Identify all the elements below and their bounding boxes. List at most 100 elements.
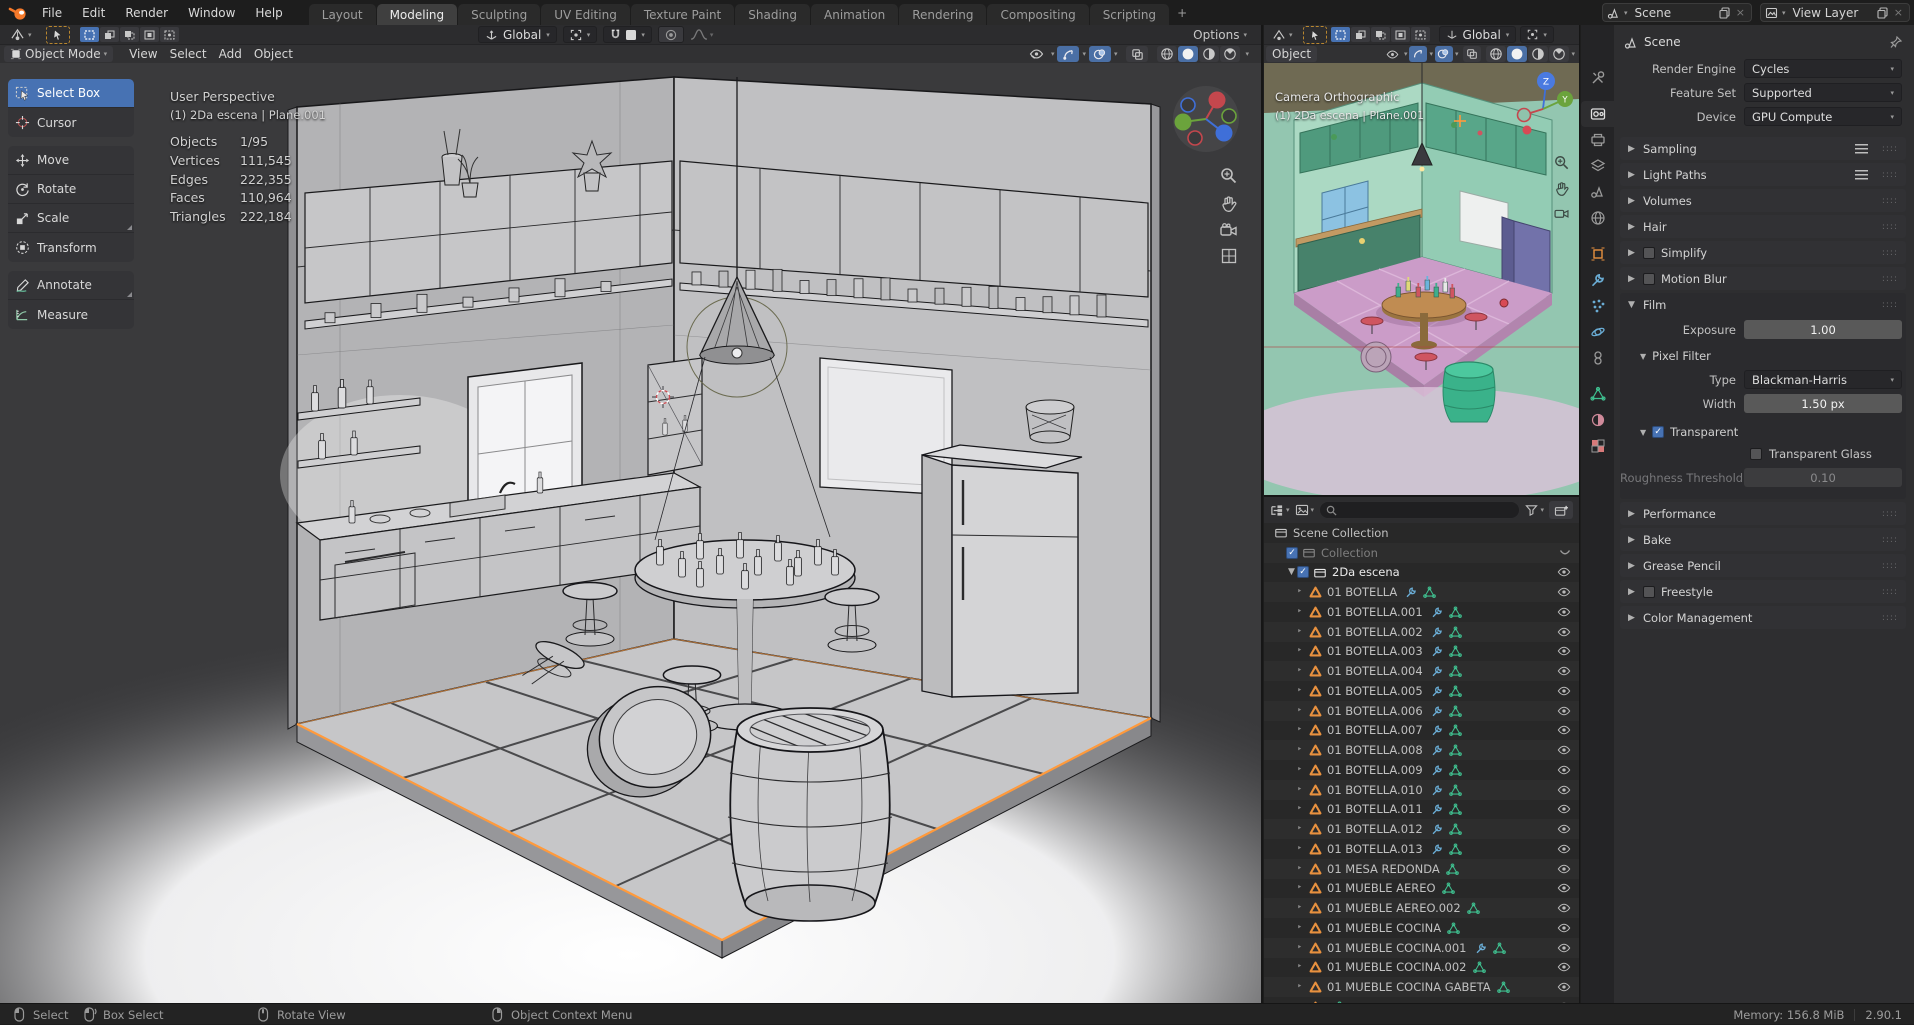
hide-eye-icon[interactable] xyxy=(1557,705,1571,717)
outliner-item-label[interactable]: 01 MUEBLE AEREO.002 xyxy=(1327,901,1461,915)
device-dropdown[interactable]: GPU Compute▾ xyxy=(1744,107,1902,126)
panel-bake-header[interactable]: ▶Bake:::: xyxy=(1620,528,1906,551)
properties-tab-material[interactable] xyxy=(1581,407,1614,433)
hide-eye-icon[interactable] xyxy=(1557,724,1571,736)
panel-checkbox[interactable] xyxy=(1643,586,1655,598)
zoom-icon[interactable] xyxy=(1554,155,1569,170)
panel-checkbox[interactable] xyxy=(1643,273,1655,285)
hide-eye-icon[interactable] xyxy=(1557,843,1571,855)
outliner-row[interactable]: ‣01 MESA REDONDA xyxy=(1264,859,1579,879)
outliner-item-label[interactable]: 01 BOTELLA.001 xyxy=(1327,605,1423,619)
outliner-row[interactable]: ‣ 01 BOTELLA.005 xyxy=(1264,681,1579,701)
xray-toggle[interactable] xyxy=(1463,46,1481,62)
hide-eye-icon[interactable] xyxy=(1557,882,1571,894)
outliner-row[interactable]: ‣01 BOTELLA.013 xyxy=(1264,839,1579,859)
display-mode-dropdown[interactable]: ▾ xyxy=(1270,504,1290,517)
panel-film-header[interactable]: ▼ Film :::: xyxy=(1620,293,1906,316)
feature-set-dropdown[interactable]: Supported▾ xyxy=(1744,83,1902,102)
expander-icon[interactable]: ▼ xyxy=(1286,567,1297,577)
scene2-light-object[interactable] xyxy=(1500,299,1508,307)
properties-tab-object[interactable] xyxy=(1581,241,1614,267)
outliner-item-label[interactable]: 01 BOTELLA.006 xyxy=(1327,704,1423,718)
hide-eye-icon[interactable] xyxy=(1557,803,1571,815)
tab-compositing[interactable]: Compositing xyxy=(987,4,1088,25)
outliner-item-label[interactable]: 01 MUEBLE COCINA.002 xyxy=(1327,960,1467,974)
options-dropdown[interactable]: Options▾ xyxy=(1193,28,1247,42)
menu-help[interactable]: Help xyxy=(245,3,292,23)
hide-eye-icon[interactable] xyxy=(1557,863,1571,875)
outliner-item-label[interactable]: 01 BOTELLA.005 xyxy=(1327,684,1423,698)
snap-toggle[interactable]: ▾ xyxy=(603,26,652,43)
outliner-row[interactable]: ‣01 BOTELLA.004 xyxy=(1264,661,1579,681)
show-overlays-toggle[interactable] xyxy=(1435,46,1453,62)
viewport-menu-select[interactable]: Select xyxy=(164,46,213,62)
camera-view-icon[interactable] xyxy=(1220,223,1237,237)
shading-rendered[interactable] xyxy=(1220,46,1240,62)
hide-eye-icon[interactable] xyxy=(1557,981,1571,993)
xray-toggle[interactable] xyxy=(1126,46,1148,62)
panel-color-management-header[interactable]: ▶Color Management:::: xyxy=(1620,606,1906,629)
expander-icon[interactable]: ‣ xyxy=(1294,607,1305,617)
properties-tab-render[interactable] xyxy=(1581,101,1614,127)
outliner-item-label[interactable]: 01 BOTELLA.010 xyxy=(1327,783,1423,797)
tab-texture-paint[interactable]: Texture Paint xyxy=(631,4,734,25)
outliner-item-label[interactable]: 01 MUEBLE AEREO xyxy=(1327,881,1436,895)
tab-animation[interactable]: Animation xyxy=(811,4,898,25)
expander-icon[interactable]: ‣ xyxy=(1294,864,1305,874)
transparent-checkbox[interactable]: ✓ xyxy=(1652,426,1664,438)
expander-icon[interactable]: ‣ xyxy=(1294,903,1305,913)
panel-sampling-header[interactable]: ▶Sampling:::: xyxy=(1620,137,1906,160)
collection-checkbox[interactable]: ✓ xyxy=(1286,547,1298,559)
outliner-item-label[interactable]: 01 BOTELLA.008 xyxy=(1327,743,1423,757)
expander-icon[interactable]: ‣ xyxy=(1294,883,1305,893)
duplicate-view-layer-icon[interactable] xyxy=(1877,7,1888,19)
select-mode-subtract[interactable] xyxy=(1371,27,1390,42)
outliner-item-label[interactable]: Collection xyxy=(1321,546,1378,560)
outliner-row[interactable]: ▼✓2Da escena xyxy=(1264,563,1579,583)
scene2-barrel[interactable] xyxy=(1443,362,1495,422)
outliner-row[interactable]: ‣01 BOTELLA.012 xyxy=(1264,819,1579,839)
shading-solid[interactable] xyxy=(1507,46,1527,62)
outliner-row[interactable]: ‣01 BOTELLA.011 xyxy=(1264,800,1579,820)
expander-icon[interactable]: ‣ xyxy=(1294,962,1305,972)
proportional-falloff-dropdown[interactable]: ▾ xyxy=(690,28,714,41)
menu-file[interactable]: File xyxy=(32,3,72,23)
outliner-row[interactable]: ‣01 BOTELLA.010 xyxy=(1264,780,1579,800)
transparent-subpanel-header[interactable]: ▼ ✓ Transparent xyxy=(1620,422,1906,442)
tool-move[interactable]: Move xyxy=(8,146,134,175)
shading-rendered[interactable] xyxy=(1549,46,1569,62)
properties-tab-world[interactable] xyxy=(1581,205,1614,231)
hide-eye-icon[interactable] xyxy=(1557,606,1571,618)
expander-icon[interactable]: ‣ xyxy=(1294,686,1305,696)
shading-wireframe[interactable] xyxy=(1157,46,1177,62)
hide-eye-icon[interactable] xyxy=(1557,961,1571,973)
outliner-item-label[interactable]: Scene Collection xyxy=(1293,526,1389,540)
shading-material-preview[interactable] xyxy=(1528,46,1548,62)
panel-grease-pencil-header[interactable]: ▶Grease Pencil:::: xyxy=(1620,554,1906,577)
proportional-editing-toggle[interactable] xyxy=(658,26,684,43)
outliner-item-label[interactable]: 01 MUEBLE COCINA xyxy=(1327,921,1441,935)
outliner-row[interactable]: ‣01 BOTELLA.009 xyxy=(1264,760,1579,780)
tab-uv-editing[interactable]: UV Editing xyxy=(541,4,630,25)
outliner-search-input[interactable] xyxy=(1319,501,1520,519)
outliner-item-label[interactable]: 01 MUEBLE COCINA.001 xyxy=(1327,941,1467,955)
preset-list-icon[interactable] xyxy=(1855,169,1868,180)
pivot-point-dropdown[interactable]: ▾ xyxy=(563,26,598,43)
pan-hand-icon[interactable] xyxy=(1555,181,1569,196)
properties-tab-particles[interactable] xyxy=(1581,293,1614,319)
show-gizmo-toggle[interactable] xyxy=(1057,46,1079,62)
viewport-menu-add[interactable]: Add xyxy=(213,46,248,62)
panel-freestyle-header[interactable]: ▶Freestyle:::: xyxy=(1620,580,1906,603)
outliner-row[interactable]: ‣01 BOTELLA.006 xyxy=(1264,701,1579,721)
outliner-row[interactable]: ‣ 01 BOTELLA.003 xyxy=(1264,642,1579,662)
tool-annotate[interactable]: Annotate xyxy=(8,271,134,300)
expander-icon[interactable]: ‣ xyxy=(1294,666,1305,676)
expander-icon[interactable]: ‣ xyxy=(1294,646,1305,656)
scene-barrel[interactable] xyxy=(728,708,892,921)
expander-icon[interactable]: ‣ xyxy=(1294,844,1305,854)
outliner-item-label[interactable]: 01 BOTELLA.003 xyxy=(1327,644,1423,658)
hide-eye-icon[interactable] xyxy=(1557,586,1571,598)
menu-render[interactable]: Render xyxy=(115,3,178,23)
outliner-row[interactable]: Scene Collection xyxy=(1264,523,1579,543)
outliner-item-label[interactable]: 01 BOTELLA xyxy=(1327,585,1397,599)
